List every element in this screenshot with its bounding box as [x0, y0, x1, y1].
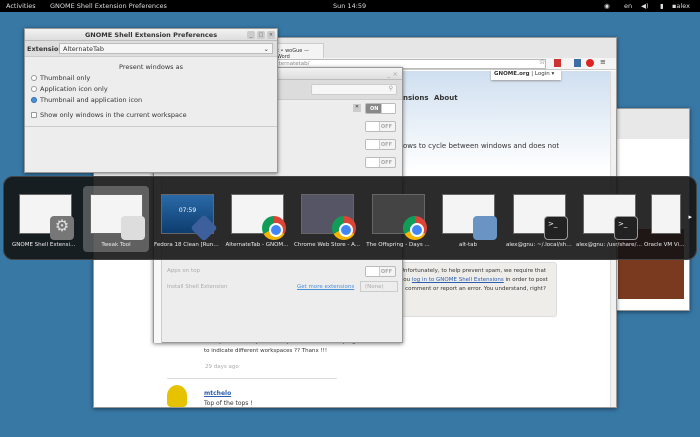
switcher-item[interactable]: alt-tab [435, 186, 501, 252]
extension-toggle[interactable]: ON [365, 103, 396, 114]
apps-on-top-label: Apps on top [167, 268, 200, 274]
nav-about[interactable]: About [434, 94, 458, 102]
extension-toggle[interactable]: OFF [365, 139, 396, 150]
avatar [167, 385, 187, 407]
switcher-item[interactable]: Tweak Tool [83, 186, 149, 252]
window-title: GNOME Shell Extension Preferences [84, 31, 218, 39]
chrome-icon [403, 216, 427, 240]
apps-on-top-toggle[interactable]: OFF [365, 266, 396, 277]
accessibility-icon[interactable]: ◉ [604, 2, 610, 10]
tweak-tool-icon [121, 216, 145, 240]
top-bar: Activities GNOME Shell Extension Prefere… [0, 0, 700, 12]
switcher-item[interactable]: AlternateTab - GNOM... [224, 186, 290, 252]
login-notice: Unfortunately, to help prevent spam, we … [394, 262, 557, 317]
switcher-item[interactable]: 07:59 Fedora 18 Clean [Runni... [154, 186, 220, 252]
extension-description: ows to cycle between windows and does no… [403, 142, 560, 150]
comment-time: 29 days ago [205, 364, 239, 370]
login-link[interactable]: Login ▾ [535, 71, 554, 77]
activities-button[interactable]: Activities [6, 2, 36, 10]
chevron-down-icon: ⌄ [263, 45, 269, 53]
volume-icon[interactable]: ◀) [641, 2, 649, 10]
terminal-icon: >_ [544, 216, 568, 240]
keyboard-layout[interactable]: en [624, 2, 632, 10]
extension-label: Extension [27, 45, 63, 53]
extension-toggle[interactable]: OFF [365, 121, 396, 132]
gnome-org-bar: GNOME.org | Login ▾ [491, 70, 561, 80]
switcher-item[interactable]: >_ alex@gnu: /usr/share/g... [576, 186, 642, 252]
comment-text: Top of the tops ! [204, 400, 253, 407]
gnome-org-link[interactable]: GNOME.org [494, 71, 530, 77]
get-more-extensions-link[interactable]: Get more extensions [297, 284, 354, 290]
remove-extension-icon[interactable]: ✕ [353, 104, 361, 112]
switcher-item[interactable]: Oracle VM Vir... [644, 186, 686, 252]
extension-icon[interactable] [574, 59, 581, 67]
battery-icon[interactable]: ▮ [660, 2, 664, 10]
radio-app-icon-only[interactable]: Application icon only [31, 85, 277, 93]
close-button[interactable]: × [267, 31, 275, 39]
close-icon[interactable]: _ × [387, 68, 398, 80]
app-menu[interactable]: GNOME Shell Extension Preferences [50, 2, 210, 10]
present-windows-heading: Present windows as [119, 63, 183, 71]
switcher-item[interactable]: >_ alex@gnu: ~/.local/shar... [506, 186, 572, 252]
switcher-item[interactable]: The Offspring - Days ... [365, 186, 431, 252]
current-workspace-checkbox[interactable]: Show only windows in the current workspa… [31, 111, 277, 119]
settings-gear-icon: ⚙ [50, 216, 74, 240]
alt-tab-switcher: ⚙ GNOME Shell Extensio... Tweak Tool 07:5… [3, 176, 697, 260]
menu-icon[interactable]: ≡ [600, 58, 606, 66]
terminal-icon: >_ [614, 216, 638, 240]
nav-extensions[interactable]: nsions [403, 94, 429, 102]
install-extension-label: Install Shell Extension [167, 284, 228, 290]
user-name: alex [676, 2, 690, 10]
extension-prefs-window[interactable]: GNOME Shell Extension Preferences _ □ × … [24, 28, 278, 173]
extension-icon[interactable] [554, 59, 561, 67]
chrome-icon [332, 216, 356, 240]
extension-select[interactable]: AlternateTab ⌄ [59, 43, 273, 54]
switcher-item[interactable]: ⚙ GNOME Shell Extensio... [12, 186, 78, 252]
search-input[interactable]: ⚲ [311, 84, 397, 95]
switcher-item[interactable]: Chrome Web Store - A... [294, 186, 360, 252]
comment-author-link[interactable]: mtchelo [204, 390, 231, 397]
radio-thumbnail-only[interactable]: Thumbnail only [31, 74, 277, 82]
opera-icon[interactable] [586, 59, 594, 67]
install-file-chooser[interactable]: (None) [360, 281, 398, 292]
chrome-icon [262, 216, 286, 240]
minimize-button[interactable]: _ [247, 31, 255, 39]
extension-toggle[interactable]: OFF [365, 157, 396, 168]
bookmark-star-icon[interactable]: ☆ [539, 58, 545, 66]
login-link[interactable]: log in to GNOME Shell Extensions [412, 277, 504, 283]
browser-tab[interactable]: t • woGue — Word [274, 43, 324, 60]
clock[interactable]: Sun 14:59 [333, 2, 366, 10]
maximize-button[interactable]: □ [257, 31, 265, 39]
radio-thumbnail-and-icon[interactable]: Thumbnail and application icon [31, 96, 277, 104]
user-menu[interactable]: ▪ alex [672, 2, 690, 10]
folder-icon [473, 216, 497, 240]
scroll-right-arrow-icon[interactable]: ▸ [688, 213, 692, 221]
